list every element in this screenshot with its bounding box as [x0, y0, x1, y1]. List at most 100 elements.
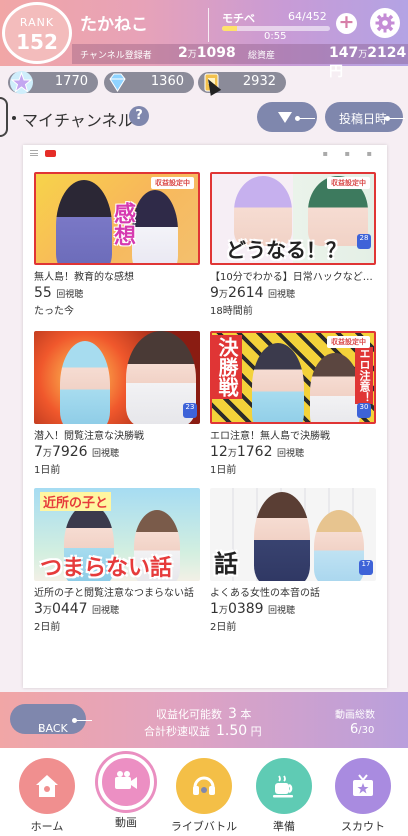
- rank-label: RANK: [19, 16, 55, 29]
- total-videos-label: 動画総数: [335, 710, 375, 721]
- diamond-currency[interactable]: 1360: [104, 72, 194, 93]
- subscribers-value: 2万1098: [178, 45, 236, 61]
- video-views: 55 回視聴: [34, 285, 84, 301]
- video-title: 潜入！閲覧注意な決勝戦: [34, 431, 144, 442]
- coffee-cup-icon: [273, 775, 293, 798]
- video-list-panel[interactable]: ▪ ▪ ▪ 感想 収益設定中 無人島！教育的な感想 55 回視聴 たった今 どう…: [23, 145, 387, 688]
- tv-icon: [353, 774, 373, 796]
- video-card[interactable]: 近所の子と つまらない話 近所の子と閲覧注意なつまらない話 3万0447 回視聴…: [34, 488, 204, 633]
- nav-home-circle: [19, 758, 75, 814]
- nav-home[interactable]: ホーム: [11, 758, 83, 834]
- nav-live-battle-label: ライブバトル: [170, 820, 238, 833]
- nav-scout-label: スカウト: [341, 820, 385, 833]
- character-illustration: [314, 510, 364, 581]
- video-views: 1万0389 回視聴: [210, 601, 296, 617]
- video-time: たった今: [34, 306, 74, 317]
- character-illustration: [132, 190, 178, 263]
- video-card[interactable]: 話 17 よくある女性の本音の話 1万0389 回視聴 2日前: [210, 488, 380, 633]
- video-title: よくある女性の本音の話: [210, 588, 320, 599]
- thumbnail-caption-secondary: エロ注意！: [355, 347, 373, 404]
- star-amount: 1770: [54, 74, 88, 89]
- panel-toolbar-icons: ▪ ▪ ▪: [322, 149, 379, 158]
- bottom-navigation: ホーム 動画 ライブバトル 準備 スカウト: [0, 748, 408, 836]
- diamond-icon: [106, 71, 129, 94]
- video-time: 18時間前: [210, 306, 253, 317]
- video-title: 【10分でわかる】日常ハックなど…: [210, 272, 373, 283]
- episode-count-badge: 23: [183, 403, 197, 418]
- triangle-down-icon: [278, 112, 292, 123]
- nav-live-battle[interactable]: ライブバトル: [168, 758, 240, 834]
- nav-prepare[interactable]: 準備: [248, 758, 320, 834]
- channel-summary-bar: ‹ BACK 収益化可能数 3 本 合計秒速収益 1.50 円 動画総数 6/30: [0, 692, 408, 748]
- nav-prepare-label: 準備: [273, 820, 295, 833]
- character-illustration: [60, 341, 110, 424]
- nav-video-label: 動画: [115, 816, 137, 829]
- subscribers-label: チャンネル登録者: [80, 51, 152, 61]
- monetization-badge: 収益設定中: [327, 177, 370, 189]
- thumbnail-caption: 決勝戦: [212, 335, 242, 399]
- video-views: 12万1762 回視聴: [210, 444, 304, 460]
- rank-value: 152: [16, 30, 58, 54]
- video-card[interactable]: 23 潜入！閲覧注意な決勝戦 7万7926 回視聴 1日前: [34, 331, 204, 476]
- video-thumbnail: 話 17: [210, 488, 376, 581]
- user-name: たかねこ: [80, 15, 148, 35]
- stats-row: チャンネル登録者 2万1098 総資産 147万2124円: [72, 44, 408, 80]
- button-tail: [295, 116, 315, 121]
- nav-home-label: ホーム: [30, 820, 64, 833]
- back-button[interactable]: ‹ BACK: [10, 704, 92, 735]
- nav-video[interactable]: 動画: [90, 754, 162, 830]
- video-card[interactable]: 感想 収益設定中 無人島！教育的な感想 55 回視聴 たった今: [34, 172, 204, 317]
- thumbnail-caption: 感想: [110, 202, 135, 246]
- video-views: 7万7926 回視聴: [34, 444, 120, 460]
- sort-button[interactable]: 投稿日時: [325, 102, 405, 132]
- add-motivation-button[interactable]: +: [336, 13, 357, 34]
- video-title: 無人島！教育的な感想: [34, 272, 134, 283]
- help-button[interactable]: ?: [129, 106, 149, 126]
- rank-badge[interactable]: RANK 152: [2, 2, 72, 64]
- video-thumbnail: 決勝戦 エロ注意！ 収益設定中 30: [210, 331, 376, 424]
- motivation-bar-fill: [222, 26, 238, 31]
- video-thumbnail: どうなる！？ 収益設定中 28: [210, 172, 376, 265]
- motivation-label: モチベ: [222, 12, 255, 25]
- diamond-amount: 1360: [150, 74, 184, 89]
- video-title: エロ注意！無人島で決勝戦: [210, 431, 330, 442]
- character-illustration: [56, 180, 112, 263]
- character-illustration: [310, 353, 360, 422]
- video-card[interactable]: 決勝戦 エロ注意！ 収益設定中 30 エロ注意！無人島で決勝戦 12万1762 …: [210, 331, 380, 476]
- section-decoration: [0, 97, 8, 137]
- nav-scout[interactable]: スカウト: [327, 758, 399, 834]
- video-time: 1日前: [210, 465, 237, 476]
- video-card[interactable]: どうなる！？ 収益設定中 28 【10分でわかる】日常ハックなど… 9万2614…: [210, 172, 380, 317]
- video-site-icon: [45, 150, 56, 157]
- character-illustration: [252, 343, 304, 422]
- nav-video-circle: [98, 754, 154, 810]
- monetization-badge: 収益設定中: [327, 336, 370, 348]
- panel-toolbar: ▪ ▪ ▪: [23, 145, 387, 161]
- top-status-bar: RANK 152 たかねこ チャンネル登録者 2万1098 総資産 147万21…: [0, 0, 408, 80]
- thumbnail-caption: つまらない話: [40, 556, 173, 581]
- video-thumbnail: 23: [34, 331, 200, 424]
- nav-live-battle-circle: [176, 758, 232, 814]
- header-divider: [208, 8, 209, 42]
- button-tail: [385, 116, 405, 121]
- filter-dropdown-button[interactable]: [257, 102, 317, 132]
- video-camera-icon: [115, 771, 137, 789]
- video-time: 2日前: [34, 622, 61, 633]
- star-icon: [10, 71, 33, 94]
- video-title: 近所の子と閲覧注意なつまらない話: [34, 588, 194, 599]
- monetization-badge: 収益設定中: [151, 177, 194, 189]
- assets-value: 147万2124円: [329, 45, 407, 80]
- gear-icon: [375, 13, 395, 33]
- headset-icon: [193, 776, 215, 795]
- star-currency[interactable]: 1770: [8, 71, 98, 94]
- channel-title: マイチャンネル: [22, 111, 134, 130]
- plus-icon: +: [338, 11, 355, 33]
- help-icon: ?: [135, 108, 143, 123]
- nav-prepare-circle: [256, 758, 312, 814]
- monetizable-count: 収益化可能数 3 本: [156, 706, 252, 722]
- settings-button[interactable]: [370, 8, 400, 38]
- sort-label: 投稿日時: [339, 112, 388, 126]
- character-illustration: [254, 492, 310, 581]
- thumbnail-caption-secondary: 近所の子と: [40, 492, 112, 511]
- per-second-revenue: 合計秒速収益 1.50 円: [144, 723, 262, 739]
